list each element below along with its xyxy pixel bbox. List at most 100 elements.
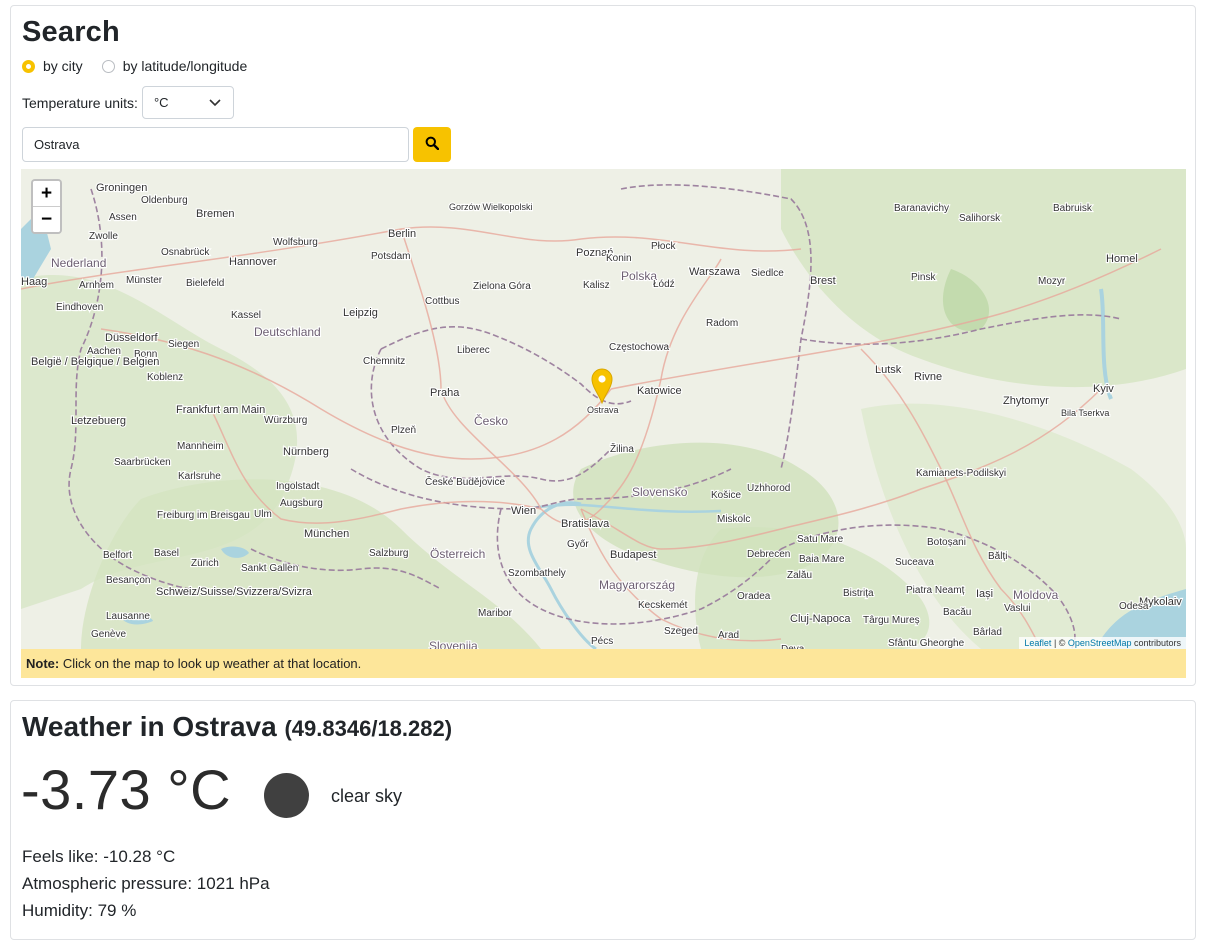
map-place-label: Satu Mare — [797, 534, 844, 545]
map-place-label: Berlin — [388, 228, 416, 240]
map-place-label: Lutsk — [875, 364, 902, 376]
map-place-label: Gorzów Wielkopolski — [449, 202, 533, 212]
map-place-label: Siedlce — [751, 268, 784, 279]
map-place-label: Potsdam — [371, 251, 410, 262]
map-place-label: Hannover — [229, 256, 277, 268]
map-place-label: Deutschland — [254, 325, 321, 339]
search-title: Search — [22, 16, 120, 48]
map-place-label: Letzebuerg — [71, 415, 126, 427]
map-place-label: Iași — [976, 588, 993, 600]
map-place-label: Pécs — [591, 636, 613, 647]
map-place-label: Žilina — [610, 442, 634, 455]
search-card: Search by city by latitude/longitude Tem… — [10, 5, 1196, 686]
map-place-label: Sankt Gallen — [241, 563, 298, 574]
units-select[interactable]: °C — [141, 86, 234, 119]
map-place-label: Freiburg im Breisgau — [157, 510, 250, 521]
radio-by-city-label[interactable]: by city — [43, 58, 83, 74]
zoom-out-button[interactable]: − — [33, 206, 60, 232]
map-place-label: Nürnberg — [283, 446, 329, 458]
map-place-label: Homel — [1106, 253, 1138, 265]
map-place-label: Sfântu Gheorghe — [888, 638, 965, 649]
map-place-label: Besançon — [106, 575, 150, 586]
map-place-label: Mannheim — [177, 441, 224, 452]
weather-title: Weather in Ostrava (49.8346/18.282) — [22, 711, 452, 743]
weather-details: Feels like: -10.28 °C Atmospheric pressu… — [22, 843, 270, 924]
map-place-label: Frankfurt am Main — [176, 404, 265, 416]
map-place-label: Slovensko — [632, 485, 688, 499]
map-place-label: Würzburg — [264, 415, 307, 426]
radio-by-latlon[interactable] — [101, 59, 115, 73]
map-place-label: Salzburg — [369, 548, 408, 559]
map-place-label: Zürich — [191, 558, 219, 569]
map-place-label: Moldova — [1013, 588, 1059, 602]
map-place-label: Siegen — [168, 339, 199, 350]
map-place-label: Płock — [651, 241, 676, 252]
map-place-label: Odesa — [1119, 601, 1149, 612]
map-place-label: Bratislava — [561, 518, 610, 530]
map-tiles[interactable]: GroningenOldenburg Bremen Assen Zwolle Neder… — [21, 169, 1186, 649]
map-place-label: België / Belgique / Belgien — [31, 356, 159, 368]
map-note: Note: Click on the map to look up weathe… — [21, 649, 1186, 678]
map-place-label: Łódź — [653, 279, 675, 290]
search-button[interactable] — [413, 127, 451, 162]
map-place-label: Miskolc — [717, 514, 750, 525]
leaflet-link[interactable]: Leaflet — [1024, 638, 1051, 648]
map-place-label: Lausanne — [106, 611, 150, 622]
map-place-label: Ingolstadt — [276, 481, 320, 492]
map-place-label: Oradea — [737, 591, 771, 602]
zoom-control: + − — [31, 179, 62, 234]
map-place-label: Zwolle — [89, 231, 118, 242]
map-place-label: Zhytomyr — [1003, 395, 1049, 407]
map-place-label: Babruisk — [1053, 203, 1093, 214]
sky-description: clear sky — [331, 786, 403, 806]
map-place-label: Cluj-Napoca — [790, 613, 851, 625]
map-place-label: Košice — [711, 490, 741, 501]
units-row: Temperature units: °C — [22, 86, 234, 119]
map-place-label: Baia Mare — [799, 554, 845, 565]
osm-link[interactable]: OpenStreetMap — [1068, 638, 1132, 648]
feels-like: Feels like: -10.28 °C — [22, 847, 176, 866]
map-place-label: Arnhem — [79, 280, 114, 291]
map-place-label: Augsburg — [280, 498, 323, 509]
map-place-label: Zielona Góra — [473, 281, 531, 292]
map-place-label: Slovenija — [429, 639, 478, 649]
note-text: Click on the map to look up weather at t… — [59, 656, 362, 671]
map-place-label: Schweiz/Suisse/Svizzera/Svizra — [156, 586, 313, 598]
map-place-label: München — [304, 528, 349, 540]
pressure: Atmospheric pressure: 1021 hPa — [22, 874, 270, 893]
city-search-input[interactable] — [22, 127, 409, 162]
search-icon — [425, 136, 440, 153]
map-place-label: Mozyr — [1038, 276, 1066, 287]
map-place-label: Kassel — [231, 310, 261, 321]
zoom-in-button[interactable]: + — [33, 181, 60, 206]
map-place-label: Eindhoven — [56, 302, 103, 313]
map-place-label: Budapest — [610, 549, 656, 561]
map-place-label: Szeged — [664, 626, 698, 637]
map-place-label: Zalău — [787, 570, 812, 581]
map-place-label: Katowice — [637, 385, 682, 397]
map-place-label: Magyarország — [599, 578, 675, 592]
map-place-label: Suceava — [895, 557, 934, 568]
map-place-label: Rivne — [914, 371, 942, 383]
map-attribution: Leaflet | © OpenStreetMap contributors — [1019, 637, 1186, 649]
weather-card: Weather in Ostrava (49.8346/18.282) -3.7… — [10, 700, 1196, 940]
map-place-label: Bistrița — [843, 588, 874, 599]
radio-by-latlon-label[interactable]: by latitude/longitude — [123, 58, 248, 74]
radio-by-city[interactable] — [22, 59, 35, 73]
map-place-label: Haag — [21, 276, 47, 288]
search-mode-group: by city by latitude/longitude — [22, 58, 266, 74]
chevron-down-icon — [209, 95, 221, 110]
map-place-label: Chemnitz — [363, 356, 405, 367]
map-place-label: Osnabrück — [161, 247, 210, 258]
map-place-label: Cottbus — [425, 296, 459, 307]
map-place-label: Ulm — [254, 509, 272, 520]
map-place-label: Szombathely — [508, 568, 566, 579]
weather-location: Weather in Ostrava — [22, 711, 277, 742]
map-place-label: Baranavichy — [894, 203, 949, 214]
map-place-label: Warszawa — [689, 266, 741, 278]
map-place-label: Radom — [706, 318, 738, 329]
weather-coords: (49.8346/18.282) — [284, 716, 453, 741]
temperature-value: -3.73 °C — [21, 758, 232, 821]
map-place-label: Nederland — [51, 256, 106, 270]
map[interactable]: Groningen Oldenburg Bremen Assen Zwolle Neder… — [21, 169, 1186, 649]
